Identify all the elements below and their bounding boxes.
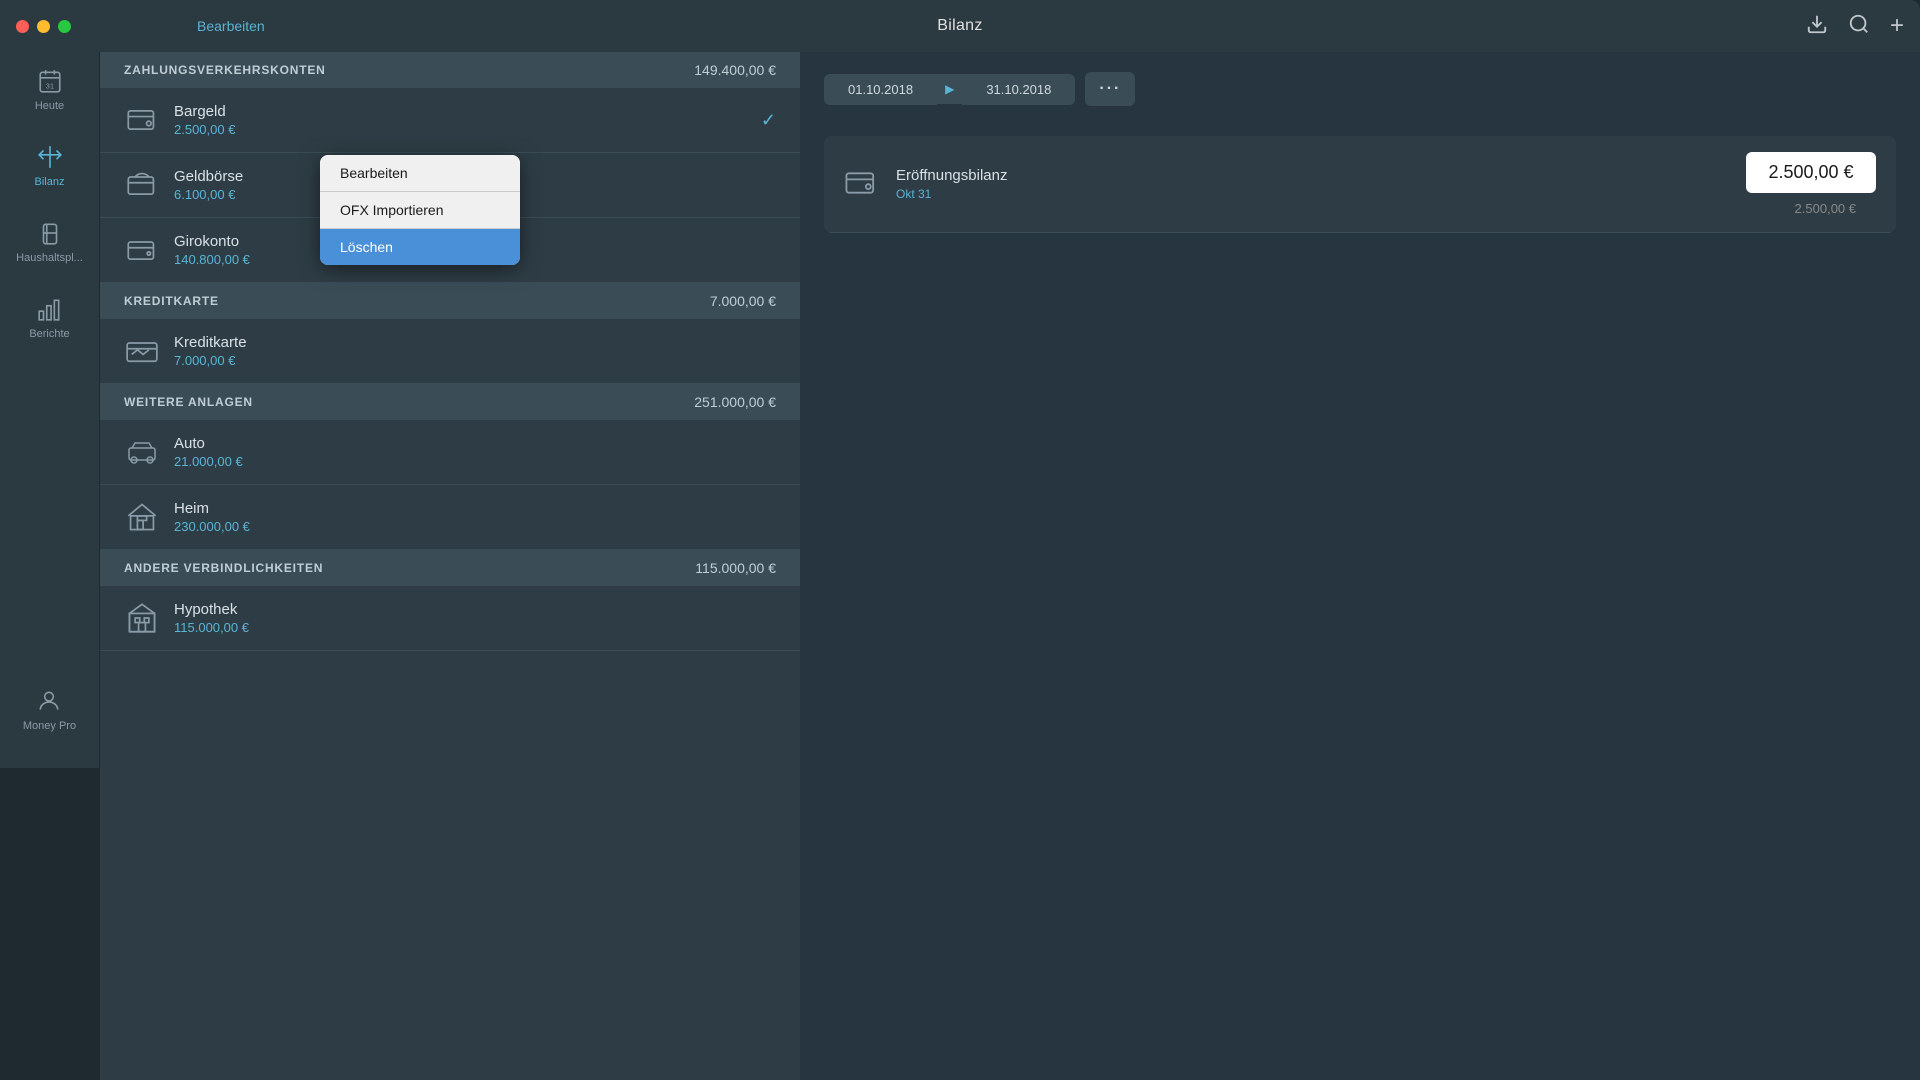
- transaction-amount-container: 2.500,00 € 2.500,00 €: [1746, 152, 1876, 216]
- building-icon: [124, 600, 160, 636]
- account-balance-kreditkarte: 7.000,00 €: [174, 353, 776, 368]
- edit-button[interactable]: Bearbeiten: [197, 18, 265, 34]
- transaction-wallet-icon: [844, 166, 880, 202]
- sidebar-item-heute[interactable]: 31 Heute: [0, 52, 99, 128]
- context-menu-item-ofx[interactable]: OFX Importieren: [320, 192, 520, 228]
- account-name-heim: Heim: [174, 500, 776, 517]
- account-name-hypothek: Hypothek: [174, 601, 776, 618]
- transaction-row[interactable]: Eröffnungsbilanz Okt 31 2.500,00 € 2.500…: [824, 136, 1896, 233]
- section-amount-zahlungsverkehr: 149.400,00 €: [694, 62, 776, 78]
- section-amount-kreditkarte: 7.000,00 €: [710, 293, 776, 309]
- account-info-auto: Auto 21.000,00 €: [174, 435, 776, 469]
- account-row-kreditkarte[interactable]: Kreditkarte 7.000,00 €: [100, 319, 800, 384]
- account-row-heim[interactable]: Heim 230.000,00 €: [100, 485, 800, 550]
- check-icon-bargeld: ✓: [761, 110, 776, 131]
- account-info-hypothek: Hypothek 115.000,00 €: [174, 601, 776, 635]
- section-amount-anlagen: 251.000,00 €: [694, 394, 776, 410]
- transaction-date: Okt 31: [896, 187, 1746, 201]
- transaction-info: Eröffnungsbilanz Okt 31: [896, 167, 1746, 201]
- account-row-hypothek[interactable]: Hypothek 115.000,00 €: [100, 586, 800, 651]
- account-balance-hypothek: 115.000,00 €: [174, 620, 776, 635]
- date-start-button[interactable]: 01.10.2018: [824, 74, 937, 105]
- section-title-zahlungsverkehr: ZAHLUNGSVERKEHRSKONTEN: [124, 63, 326, 77]
- account-balance-heim: 230.000,00 €: [174, 519, 776, 534]
- date-end-button[interactable]: 31.10.2018: [962, 74, 1075, 105]
- section-title-verbindlichkeiten: ANDERE VERBINDLICHKEITEN: [124, 561, 323, 575]
- date-more-button[interactable]: ···: [1085, 72, 1135, 106]
- account-row-auto[interactable]: Auto 21.000,00 €: [100, 420, 800, 485]
- right-panel: 01.10.2018 ▶ 31.10.2018 ··· Eröffnungsbi…: [800, 52, 1920, 1080]
- car-icon: [124, 434, 160, 470]
- section-amount-verbindlichkeiten: 115.000,00 €: [695, 560, 776, 576]
- account-name-auto: Auto: [174, 435, 776, 452]
- sidebar-label-app: Money Pro: [23, 720, 76, 732]
- context-menu: Bearbeiten OFX Importieren Löschen: [320, 155, 520, 265]
- window-controls: [0, 20, 87, 33]
- wallet2-icon: [124, 167, 160, 203]
- account-info-kreditkarte: Kreditkarte 7.000,00 €: [174, 334, 776, 368]
- transaction-name: Eröffnungsbilanz: [896, 167, 1746, 184]
- wallet-icon: [124, 102, 160, 138]
- section-title-anlagen: WEITERE ANLAGEN: [124, 395, 253, 409]
- transaction-amount-main: 2.500,00 €: [1764, 162, 1858, 183]
- house-icon: [124, 499, 160, 535]
- svg-text:31: 31: [45, 82, 53, 91]
- page-title: Bilanz: [937, 17, 982, 35]
- titlebar: Bearbeiten Bilanz +: [0, 0, 1920, 52]
- titlebar-actions: +: [1806, 12, 1904, 40]
- transaction-amount-box: 2.500,00 €: [1746, 152, 1876, 193]
- transaction-card: Eröffnungsbilanz Okt 31 2.500,00 € 2.500…: [824, 136, 1896, 233]
- sidebar-item-profile[interactable]: Money Pro: [23, 672, 76, 748]
- context-menu-item-loschen[interactable]: Löschen: [320, 229, 520, 265]
- card-icon: [124, 333, 160, 369]
- maximize-button[interactable]: [58, 20, 71, 33]
- context-menu-item-bearbeiten[interactable]: Bearbeiten: [320, 155, 520, 191]
- close-button[interactable]: [16, 20, 29, 33]
- sidebar-label-berichte: Berichte: [29, 328, 69, 340]
- section-header-kreditkarte: KREDITKARTE 7.000,00 €: [100, 283, 800, 319]
- account-balance-bargeld: 2.500,00 €: [174, 122, 761, 137]
- section-header-zahlungsverkehr: ZAHLUNGSVERKEHRSKONTEN 149.400,00 €: [100, 52, 800, 88]
- account-name-bargeld: Bargeld: [174, 103, 761, 120]
- download-icon[interactable]: [1806, 13, 1828, 40]
- account-name-kreditkarte: Kreditkarte: [174, 334, 776, 351]
- sidebar-bottom: Money Pro: [23, 672, 76, 768]
- add-icon[interactable]: +: [1890, 12, 1904, 40]
- account-info-heim: Heim 230.000,00 €: [174, 500, 776, 534]
- sidebar-label-heute: Heute: [35, 100, 64, 112]
- sidebar-label-haushalt: Haushaltspl...: [16, 252, 83, 264]
- sidebar-item-berichte[interactable]: Berichte: [0, 280, 99, 356]
- transaction-amount-sub: 2.500,00 €: [1746, 193, 1876, 216]
- sidebar-item-bilanz[interactable]: Bilanz: [0, 128, 99, 204]
- section-title-kreditkarte: KREDITKARTE: [124, 294, 219, 308]
- minimize-button[interactable]: [37, 20, 50, 33]
- sidebar-item-haushalt[interactable]: Haushaltspl...: [0, 204, 99, 280]
- date-range: 01.10.2018 ▶ 31.10.2018 ···: [824, 72, 1896, 106]
- wallet3-icon: [124, 232, 160, 268]
- account-info-bargeld: Bargeld 2.500,00 €: [174, 103, 761, 137]
- sidebar: 31 Heute Bilanz Haushaltspl... Berichte: [0, 0, 100, 768]
- search-icon[interactable]: [1848, 13, 1870, 40]
- section-header-anlagen: WEITERE ANLAGEN 251.000,00 €: [100, 384, 800, 420]
- account-row-bargeld[interactable]: Bargeld 2.500,00 € ✓: [100, 88, 800, 153]
- date-arrow-icon: ▶: [937, 74, 962, 104]
- section-header-verbindlichkeiten: ANDERE VERBINDLICHKEITEN 115.000,00 €: [100, 550, 800, 586]
- account-balance-auto: 21.000,00 €: [174, 454, 776, 469]
- sidebar-label-bilanz: Bilanz: [35, 176, 65, 188]
